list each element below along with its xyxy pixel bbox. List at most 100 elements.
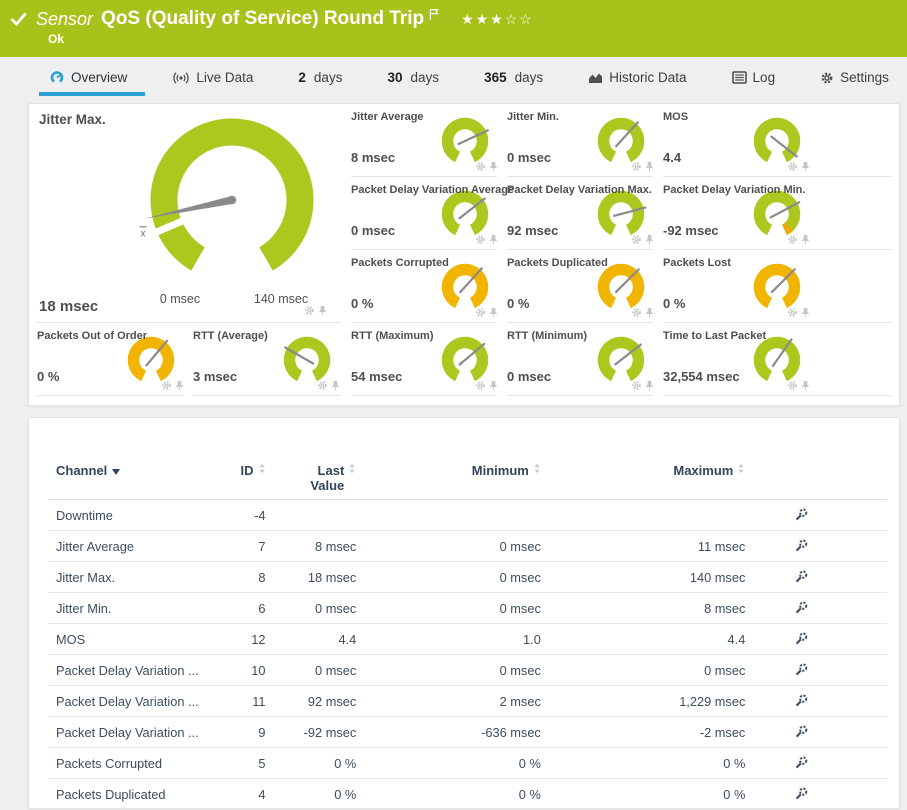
gear-icon[interactable] [787, 161, 798, 172]
priority-stars[interactable]: ★★★☆☆ [461, 11, 534, 28]
table-row-packet-delay-variation[interactable]: Packet Delay Variation ...9-92 msec-636 … [48, 717, 887, 748]
cell-channel[interactable]: Packet Delay Variation ... [48, 663, 239, 678]
cell-minimum: 0 msec [356, 570, 541, 585]
pin-icon[interactable] [488, 380, 499, 391]
table-row-jitter-max[interactable]: Jitter Max.818 msec0 msec140 msec [48, 562, 887, 593]
pin-icon[interactable] [488, 307, 499, 318]
sort-icon[interactable] [258, 463, 266, 474]
gear-icon[interactable] [631, 380, 642, 391]
tab-365-days[interactable]: 365days [480, 66, 547, 96]
wrench-icon[interactable] [794, 756, 808, 770]
pin-icon[interactable] [644, 161, 655, 172]
gear-icon[interactable] [631, 234, 642, 245]
cell-channel[interactable]: MOS [48, 632, 239, 647]
gauge-value: 0 % [351, 296, 373, 311]
wrench-icon[interactable] [794, 787, 808, 801]
tab-overview[interactable]: Overview [45, 65, 131, 96]
wrench-icon[interactable] [794, 725, 808, 739]
pin-icon[interactable] [330, 380, 341, 391]
wrench-icon[interactable] [794, 663, 808, 677]
pin-icon[interactable] [644, 307, 655, 318]
tab-historic-data[interactable]: Historic Data [584, 66, 690, 96]
gear-icon[interactable] [631, 161, 642, 172]
pin-icon[interactable] [800, 307, 811, 318]
gear-icon[interactable] [475, 234, 486, 245]
pin-icon[interactable] [644, 234, 655, 245]
table-row-downtime[interactable]: Downtime-4 [48, 500, 887, 531]
sort-icon[interactable] [533, 463, 541, 474]
pin-icon[interactable] [644, 380, 655, 391]
gauge-cell-mos: MOS4.4 [663, 104, 891, 177]
column-header-id[interactable]: ID [239, 463, 266, 478]
wrench-icon[interactable] [794, 539, 808, 553]
pin-icon[interactable] [800, 234, 811, 245]
gauge-cell-rtt-average: RTT (Average)3 msec [193, 323, 341, 396]
gear-icon[interactable] [475, 161, 486, 172]
gear-icon[interactable] [161, 380, 172, 391]
pin-icon[interactable] [800, 380, 811, 391]
cell-last-value: 0 msec [266, 663, 357, 678]
pin-icon[interactable] [800, 161, 811, 172]
gauge-value: 0 msec [507, 369, 551, 384]
cell-last-value: 0 % [266, 756, 357, 771]
cell-id: -4 [239, 508, 266, 523]
gear-icon[interactable] [631, 307, 642, 318]
gauge-cell-actions [787, 234, 811, 245]
wrench-icon[interactable] [794, 632, 808, 646]
wrench-icon[interactable] [794, 508, 808, 522]
cell-actions [745, 756, 887, 770]
column-header-channel[interactable]: Channel [48, 463, 239, 478]
tab-label: days [515, 70, 544, 85]
cell-channel[interactable]: Packet Delay Variation ... [48, 694, 239, 709]
cell-channel[interactable]: Jitter Max. [48, 570, 239, 585]
column-header-last-value[interactable]: Last Value [266, 463, 357, 493]
gear-icon[interactable] [787, 380, 798, 391]
cell-id: 8 [239, 570, 266, 585]
cell-channel[interactable]: Jitter Min. [48, 601, 239, 616]
gear-icon[interactable] [475, 307, 486, 318]
gear-icon[interactable] [475, 380, 486, 391]
sort-icon[interactable] [348, 463, 356, 474]
table-row-mos[interactable]: MOS124.41.04.4 [48, 624, 887, 655]
table-row-packets-duplicated[interactable]: Packets Duplicated40 %0 %0 % [48, 779, 887, 810]
tab-settings[interactable]: Settings [816, 66, 893, 96]
sort-icon[interactable] [737, 463, 745, 474]
gauge-cell-time-to-last-packet: Time to Last Packet32,554 msec [663, 323, 891, 396]
wrench-icon[interactable] [794, 570, 808, 584]
pin-icon[interactable] [317, 305, 328, 316]
table-row-packet-delay-variation[interactable]: Packet Delay Variation ...1192 msec2 mse… [48, 686, 887, 717]
cell-channel[interactable]: Packets Duplicated [48, 787, 239, 802]
wrench-icon[interactable] [794, 694, 808, 708]
tab-2-days[interactable]: 2days [294, 66, 346, 96]
pin-icon[interactable] [488, 161, 499, 172]
cell-maximum: 11 msec [541, 539, 746, 554]
column-label: Last Value [300, 463, 344, 493]
table-row-packet-delay-variation[interactable]: Packet Delay Variation ...100 msec0 msec… [48, 655, 887, 686]
gauge-cell-actions [631, 234, 655, 245]
wrench-icon[interactable] [794, 601, 808, 615]
table-header-row: ChannelID Last Value MinimumMaximum [48, 463, 887, 500]
flag-icon[interactable] [429, 8, 439, 26]
gear-icon[interactable] [317, 380, 328, 391]
status-badge: Ok [48, 32, 64, 46]
gear-icon[interactable] [304, 305, 315, 316]
tab-live-data[interactable]: Live Data [168, 66, 257, 96]
tab-30-days[interactable]: 30days [384, 66, 444, 96]
cell-channel[interactable]: Downtime [48, 508, 239, 523]
caret-down-icon[interactable] [112, 469, 120, 475]
gear-icon[interactable] [787, 307, 798, 318]
gauge-cell-jitter-max: Jitter Max. x 0 msec 140 msec 18 msec [37, 104, 341, 323]
table-row-jitter-min[interactable]: Jitter Min.60 msec0 msec8 msec [48, 593, 887, 624]
tab-log[interactable]: Log [728, 66, 780, 96]
table-row-packets-corrupted[interactable]: Packets Corrupted50 %0 %0 % [48, 748, 887, 779]
cell-channel[interactable]: Jitter Average [48, 539, 239, 554]
cell-channel[interactable]: Packet Delay Variation ... [48, 725, 239, 740]
table-row-jitter-average[interactable]: Jitter Average78 msec0 msec11 msec [48, 531, 887, 562]
pin-icon[interactable] [488, 234, 499, 245]
column-header-maximum[interactable]: Maximum [541, 463, 746, 478]
cell-actions [745, 663, 887, 677]
pin-icon[interactable] [174, 380, 185, 391]
gear-icon[interactable] [787, 234, 798, 245]
column-header-minimum[interactable]: Minimum [356, 463, 541, 478]
cell-channel[interactable]: Packets Corrupted [48, 756, 239, 771]
